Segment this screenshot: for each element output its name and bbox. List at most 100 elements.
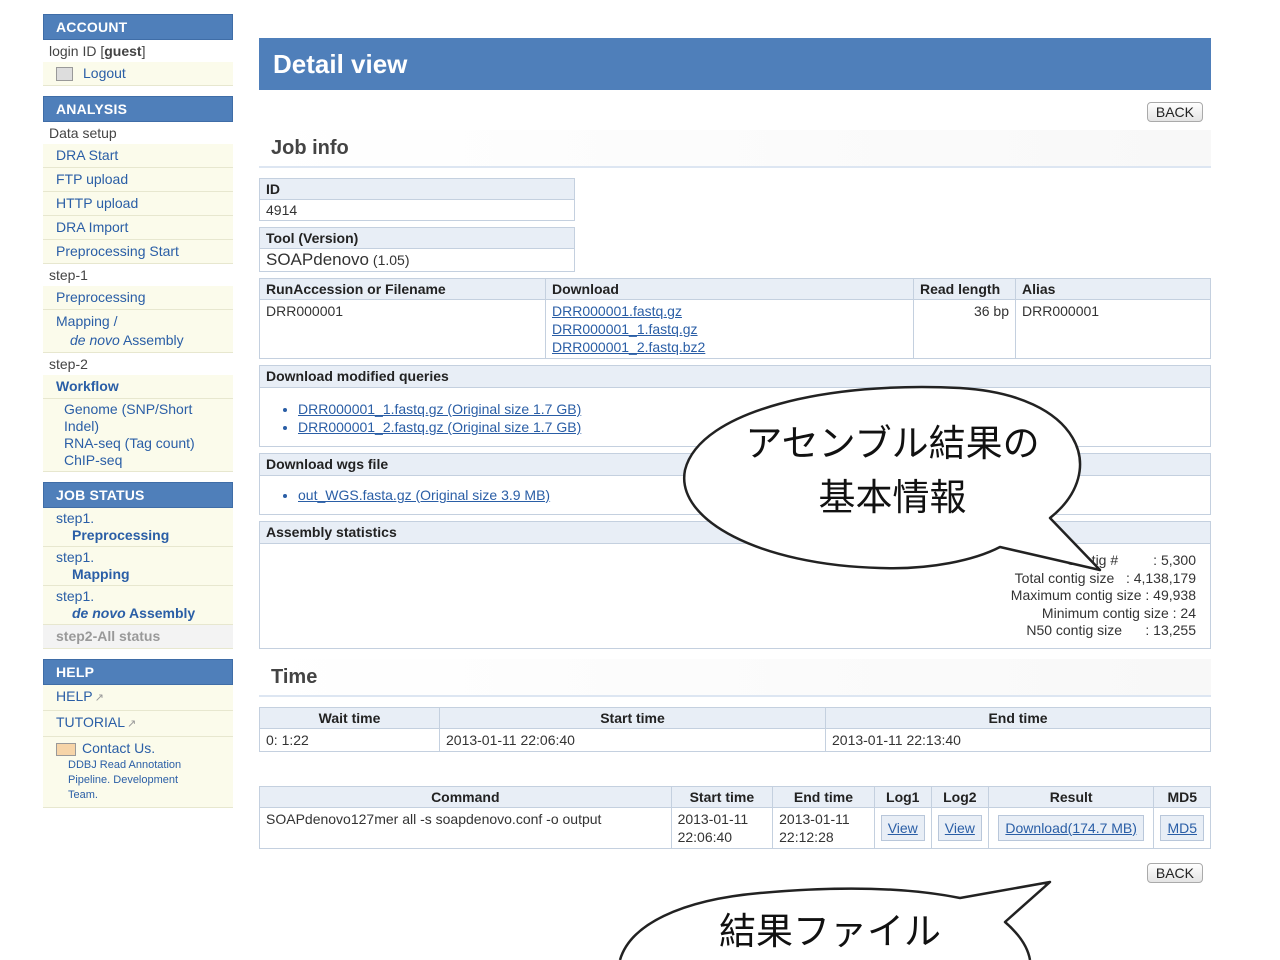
stat-max-size: Maximum contig size : 49,938	[1010, 587, 1196, 603]
page-title: Detail view	[259, 38, 1211, 90]
mail-icon	[56, 742, 76, 756]
contact-link[interactable]: Contact Us. DDBJ Read Annotation Pipelin…	[43, 737, 233, 808]
step1-label: step-1	[49, 267, 88, 283]
col-read-length: Read length	[913, 278, 1016, 300]
col-md5: MD5	[1153, 785, 1211, 808]
table-row: SOAPdenovo127mer all -s soapdenovo.conf …	[259, 806, 1211, 849]
col-cmd-end: End time	[772, 785, 875, 808]
table-row: DRR000001 DRR000001.fastq.gz DRR000001_1…	[259, 299, 1211, 359]
col-download: Download	[545, 278, 914, 300]
sidebar-item-workflow[interactable]: Workflow	[43, 375, 233, 399]
modified-query-link-1[interactable]: DRR000001_1.fastq.gz (Original size 1.7 …	[298, 401, 581, 417]
tool-table: Tool (Version) SOAPdenovo (1.05)	[259, 227, 575, 272]
col-log2: Log2	[930, 785, 989, 808]
help-heading: HELP	[43, 659, 233, 685]
external-link-icon: ↗	[126, 718, 137, 730]
result-download-button[interactable]: Download(174.7 MB)	[998, 814, 1144, 841]
sidebar-item-preprocessing[interactable]: Preprocessing	[43, 286, 233, 310]
col-cmd-start: Start time	[670, 785, 774, 808]
id-label: ID	[259, 178, 575, 200]
col-wait-time: Wait time	[259, 706, 440, 729]
table-row: 0: 1:22 2013-01-11 22:06:40 2013-01-11 2…	[259, 727, 1211, 752]
stat-min-size: Minimum contig size : 24	[1041, 604, 1196, 621]
id-table: ID 4914	[259, 178, 575, 221]
help-link[interactable]: HELP ↗	[43, 685, 233, 711]
result-callout-text: 結果ファイル	[719, 910, 941, 953]
sidebar-item-dra-start[interactable]: DRA Start	[43, 144, 233, 168]
job-status-assembly[interactable]: step1. de novo Assembly	[43, 586, 233, 625]
sidebar-item-workflow-list: Genome (SNP/Short Indel) RNA-seq (Tag co…	[43, 399, 233, 472]
job-status-mapping[interactable]: step1. Mapping	[43, 547, 233, 586]
command-end: 2013-01-11 22:12:28	[772, 806, 875, 849]
assembly-callout-text: アセンブル結果の 基本情報	[745, 422, 1040, 519]
account-heading: ACCOUNT	[43, 14, 233, 40]
logout-icon	[56, 67, 73, 82]
assembly-stats-heading: Assembly statistics	[260, 522, 1210, 544]
list-item: DRR000001_1.fastq.gz (Original size 1.7 …	[298, 400, 1198, 418]
workflow-genome[interactable]: Genome (SNP/Short Indel)	[64, 401, 214, 435]
job-status-heading: JOB STATUS	[43, 482, 233, 508]
command-text: SOAPdenovo127mer all -s soapdenovo.conf …	[259, 806, 672, 849]
sidebar-item-mapping[interactable]: Mapping / de novo Assembly	[43, 310, 233, 353]
job-status-block: JOB STATUS step1. Preprocessing step1. M…	[43, 482, 233, 649]
contact-note: DDBJ Read Annotation Pipeline. Developme…	[68, 759, 182, 801]
job-info-heading: Job info	[259, 130, 1211, 168]
job-status-all[interactable]: step2-All status	[43, 625, 233, 649]
wgs-link[interactable]: out_WGS.fasta.gz (Original size 3.9 MB)	[298, 487, 550, 503]
col-log1: Log1	[873, 785, 932, 808]
logout-link[interactable]: Logout	[43, 62, 233, 86]
analysis-heading: ANALYSIS	[43, 96, 233, 122]
stat-total-size: Total contig size : 4,138,179	[1014, 569, 1196, 586]
sidebar: ACCOUNT login ID [guest] Logout ANALYSIS…	[43, 14, 233, 818]
login-user: guest	[104, 43, 142, 59]
start-time: 2013-01-11 22:06:40	[439, 727, 826, 752]
download-link-fastq-1[interactable]: DRR000001_1.fastq.gz	[552, 321, 698, 337]
sidebar-item-dra-import[interactable]: DRA Import	[43, 216, 233, 240]
stat-n50-size: N50 contig size : 13,255	[1026, 622, 1196, 638]
tutorial-link[interactable]: TUTORIAL ↗	[43, 711, 233, 737]
help-block: HELP HELP ↗ TUTORIAL ↗ Contact Us. DDBJ Re…	[43, 659, 233, 808]
sidebar-item-http-upload[interactable]: HTTP upload	[43, 192, 233, 216]
login-id: login ID [guest]	[49, 43, 146, 59]
run-accession: DRR000001	[259, 299, 546, 359]
stat-contig-count: Contig # : 5,300	[1066, 552, 1196, 568]
col-end-time: End time	[825, 706, 1211, 729]
back-button[interactable]: BACK	[1146, 102, 1203, 122]
sidebar-item-ftp-upload[interactable]: FTP upload	[43, 168, 233, 192]
download-link-fastq-2[interactable]: DRR000001_2.fastq.bz2	[552, 339, 705, 355]
account-block: ACCOUNT login ID [guest] Logout	[43, 14, 233, 86]
alias: DRR000001	[1015, 299, 1211, 359]
modified-query-link-2[interactable]: DRR000001_2.fastq.gz (Original size 1.7 …	[298, 419, 581, 435]
end-time: 2013-01-11 22:13:40	[825, 727, 1211, 752]
run-table: RunAccession or Filename Download Read l…	[259, 278, 1211, 359]
assembly-stats-box: Assembly statistics Contig # : 5,300 Tot…	[259, 521, 1211, 649]
log1-view-button[interactable]: View	[880, 814, 925, 841]
md5-button[interactable]: MD5	[1160, 814, 1204, 841]
command-table: Command Start time End time Log1 Log2 Re…	[259, 785, 1211, 849]
col-run: RunAccession or Filename	[259, 278, 546, 300]
external-link-icon: ↗	[94, 692, 104, 704]
col-start-time: Start time	[439, 706, 826, 729]
workflow-rnaseq[interactable]: RNA-seq (Tag count)	[64, 435, 233, 452]
tool-label: Tool (Version)	[259, 227, 575, 249]
wait-time: 0: 1:22	[259, 727, 440, 752]
modified-queries-heading: Download modified queries	[260, 366, 1210, 388]
data-setup-label: Data setup	[49, 125, 117, 141]
col-command: Command	[259, 785, 672, 808]
col-alias: Alias	[1015, 278, 1211, 300]
back-button-bottom[interactable]: BACK	[1146, 862, 1203, 883]
time-heading: Time	[259, 658, 1211, 697]
time-table: Wait time Start time End time 0: 1:22 20…	[259, 706, 1211, 752]
step2-label: step-2	[49, 356, 88, 372]
tool-value: SOAPdenovo (1.05)	[259, 248, 575, 272]
read-length: 36 bp	[913, 299, 1016, 359]
sidebar-item-preprocessing-start[interactable]: Preprocessing Start	[43, 240, 233, 264]
download-link-fastq[interactable]: DRR000001.fastq.gz	[552, 303, 682, 319]
analysis-block: ANALYSIS Data setup DRA Start FTP upload…	[43, 96, 233, 472]
id-value: 4914	[259, 199, 575, 221]
command-start: 2013-01-11 22:06:40	[670, 806, 774, 849]
workflow-chipseq[interactable]: ChIP-seq	[64, 452, 233, 469]
log2-view-button[interactable]: View	[937, 814, 982, 841]
job-status-preprocessing[interactable]: step1. Preprocessing	[43, 508, 233, 547]
col-result: Result	[987, 785, 1155, 808]
